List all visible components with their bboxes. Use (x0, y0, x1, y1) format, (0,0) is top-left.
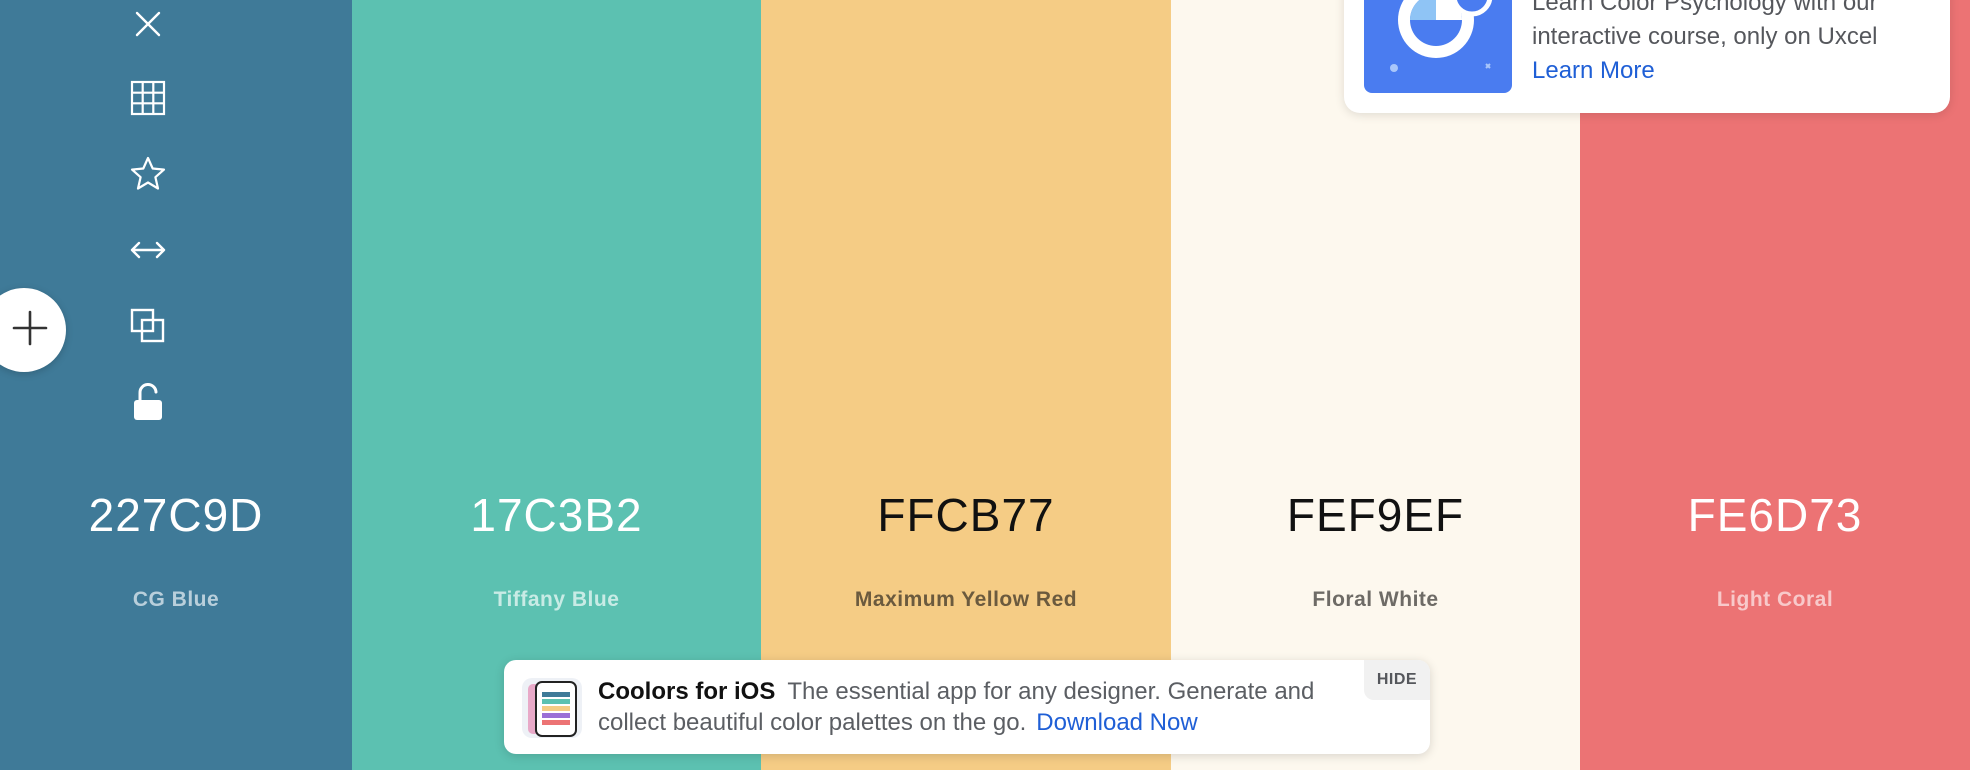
swatch-color-name[interactable]: Light Coral (1580, 588, 1970, 612)
palette: 227C9D CG Blue 17C3B2 Tiffany Blue FFCB7… (0, 0, 1970, 770)
promo-text: Learn Color Psychology with our interact… (1532, 0, 1932, 88)
ios-app-banner: Coolors for iOS The essential app for any… (504, 660, 1430, 754)
ios-banner-text: Coolors for iOS The essential app for any… (598, 676, 1338, 738)
promo-line-1: Learn Color Psychology with our (1532, 0, 1878, 16)
grid-icon[interactable] (120, 70, 176, 126)
swatch-tiffany-blue[interactable]: 17C3B2 Tiffany Blue (352, 0, 761, 770)
swatch-hex-code[interactable]: FFCB77 (761, 488, 1171, 542)
arrows-horizontal-icon[interactable] (120, 222, 176, 278)
swatch-hex-code[interactable]: FE6D73 (1580, 488, 1970, 542)
swatch-color-name[interactable]: Maximum Yellow Red (761, 588, 1171, 612)
plus-icon (10, 308, 50, 353)
swatch-hex-code[interactable]: 227C9D (0, 488, 352, 542)
learn-more-link[interactable]: Learn More (1532, 57, 1655, 84)
promo-line-2: interactive course, only on Uxcel (1532, 23, 1878, 50)
palette-app: 227C9D CG Blue 17C3B2 Tiffany Blue FFCB7… (0, 0, 1970, 770)
swatch-color-name[interactable]: Floral White (1171, 588, 1580, 612)
ios-banner-title: Coolors for iOS (598, 678, 776, 705)
swatch-hex-code[interactable]: 17C3B2 (352, 488, 761, 542)
swatch-hex-code[interactable]: FEF9EF (1171, 488, 1580, 542)
swatch-floral-white[interactable]: FEF9EF Floral White (1171, 0, 1580, 770)
download-now-link[interactable]: Download Now (1036, 709, 1197, 736)
swatch-color-name[interactable]: Tiffany Blue (352, 588, 761, 612)
swatch-light-coral[interactable]: FE6D73 Light Coral (1580, 0, 1970, 770)
close-icon[interactable] (120, 0, 176, 52)
swatch-cg-blue[interactable]: 227C9D CG Blue (0, 0, 352, 770)
unlock-icon[interactable] (120, 374, 176, 430)
course-promo-card: Learn Color Psychology with our interact… (1344, 0, 1950, 113)
copy-icon[interactable] (120, 298, 176, 354)
star-icon[interactable] (120, 146, 176, 202)
app-icon (522, 678, 582, 738)
course-thumbnail (1364, 0, 1512, 93)
swatch-maximum-yellow-red[interactable]: FFCB77 Maximum Yellow Red (761, 0, 1171, 770)
hide-button[interactable]: HIDE (1364, 660, 1430, 700)
swatch-color-name[interactable]: CG Blue (0, 588, 352, 612)
